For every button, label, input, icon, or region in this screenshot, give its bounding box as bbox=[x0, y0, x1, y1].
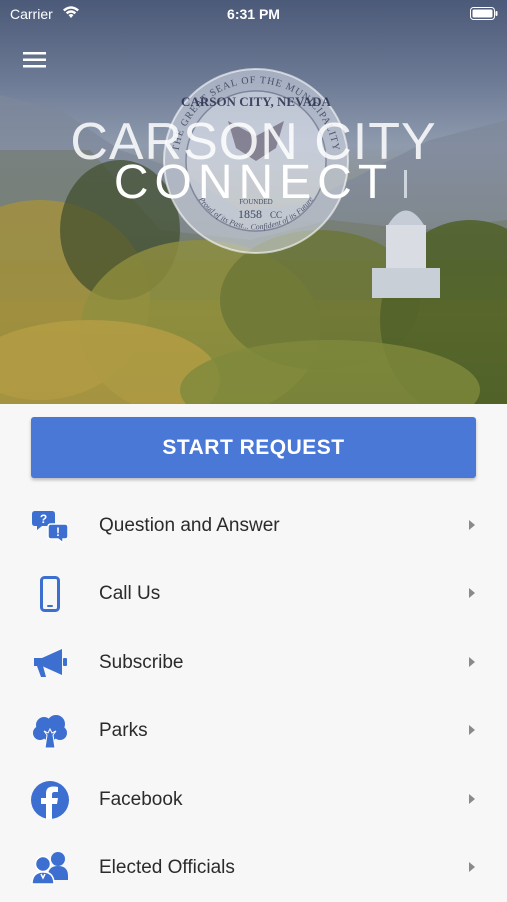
menu-item-subscribe[interactable]: Subscribe bbox=[0, 629, 507, 697]
tree-icon bbox=[30, 712, 70, 750]
menu-item-label: Call Us bbox=[99, 583, 161, 605]
menu-list: ? ! Question and Answer Call Us Subscrib… bbox=[0, 492, 507, 902]
menu-item-label: Parks bbox=[99, 720, 148, 742]
people-icon bbox=[30, 849, 70, 887]
chevron-right-icon bbox=[469, 861, 475, 872]
menu-item-label: Elected Officials bbox=[99, 856, 235, 878]
seal-city-text: CARSON CITY, NEVADA bbox=[181, 94, 332, 109]
hero-banner: Carrier 6:31 PM THE GREAT SEAL OF THE MU… bbox=[0, 0, 507, 404]
chevron-right-icon bbox=[469, 520, 475, 530]
start-request-button[interactable]: START REQUEST bbox=[31, 417, 476, 478]
chevron-right-icon bbox=[469, 588, 475, 599]
app-title-line2: CONNECT bbox=[113, 156, 394, 209]
menu-item-call-us[interactable]: Call Us bbox=[0, 560, 507, 628]
battery-icon bbox=[470, 7, 498, 23]
svg-text:!: ! bbox=[56, 525, 60, 539]
chevron-right-icon bbox=[469, 725, 475, 736]
chevron-right-icon bbox=[469, 793, 475, 804]
megaphone-icon bbox=[30, 644, 70, 682]
question-answer-icon: ? ! bbox=[30, 507, 70, 545]
svg-text:?: ? bbox=[40, 512, 47, 526]
status-bar: Carrier 6:31 PM bbox=[0, 0, 507, 28]
phone-icon bbox=[30, 575, 70, 613]
facebook-icon bbox=[30, 780, 70, 819]
status-time: 6:31 PM bbox=[227, 6, 280, 22]
menu-item-facebook[interactable]: Facebook bbox=[0, 766, 507, 834]
menu-item-elected-officials[interactable]: Elected Officials bbox=[0, 834, 507, 902]
hamburger-menu-button[interactable] bbox=[22, 50, 48, 70]
hamburger-icon bbox=[23, 52, 46, 68]
menu-item-label: Facebook bbox=[99, 788, 183, 810]
chevron-right-icon bbox=[469, 656, 475, 667]
menu-item-question-and-answer[interactable]: ? ! Question and Answer bbox=[0, 492, 507, 560]
menu-item-parks[interactable]: Parks bbox=[0, 697, 507, 765]
menu-item-label: Subscribe bbox=[99, 651, 184, 673]
menu-item-label: Question and Answer bbox=[99, 515, 280, 536]
